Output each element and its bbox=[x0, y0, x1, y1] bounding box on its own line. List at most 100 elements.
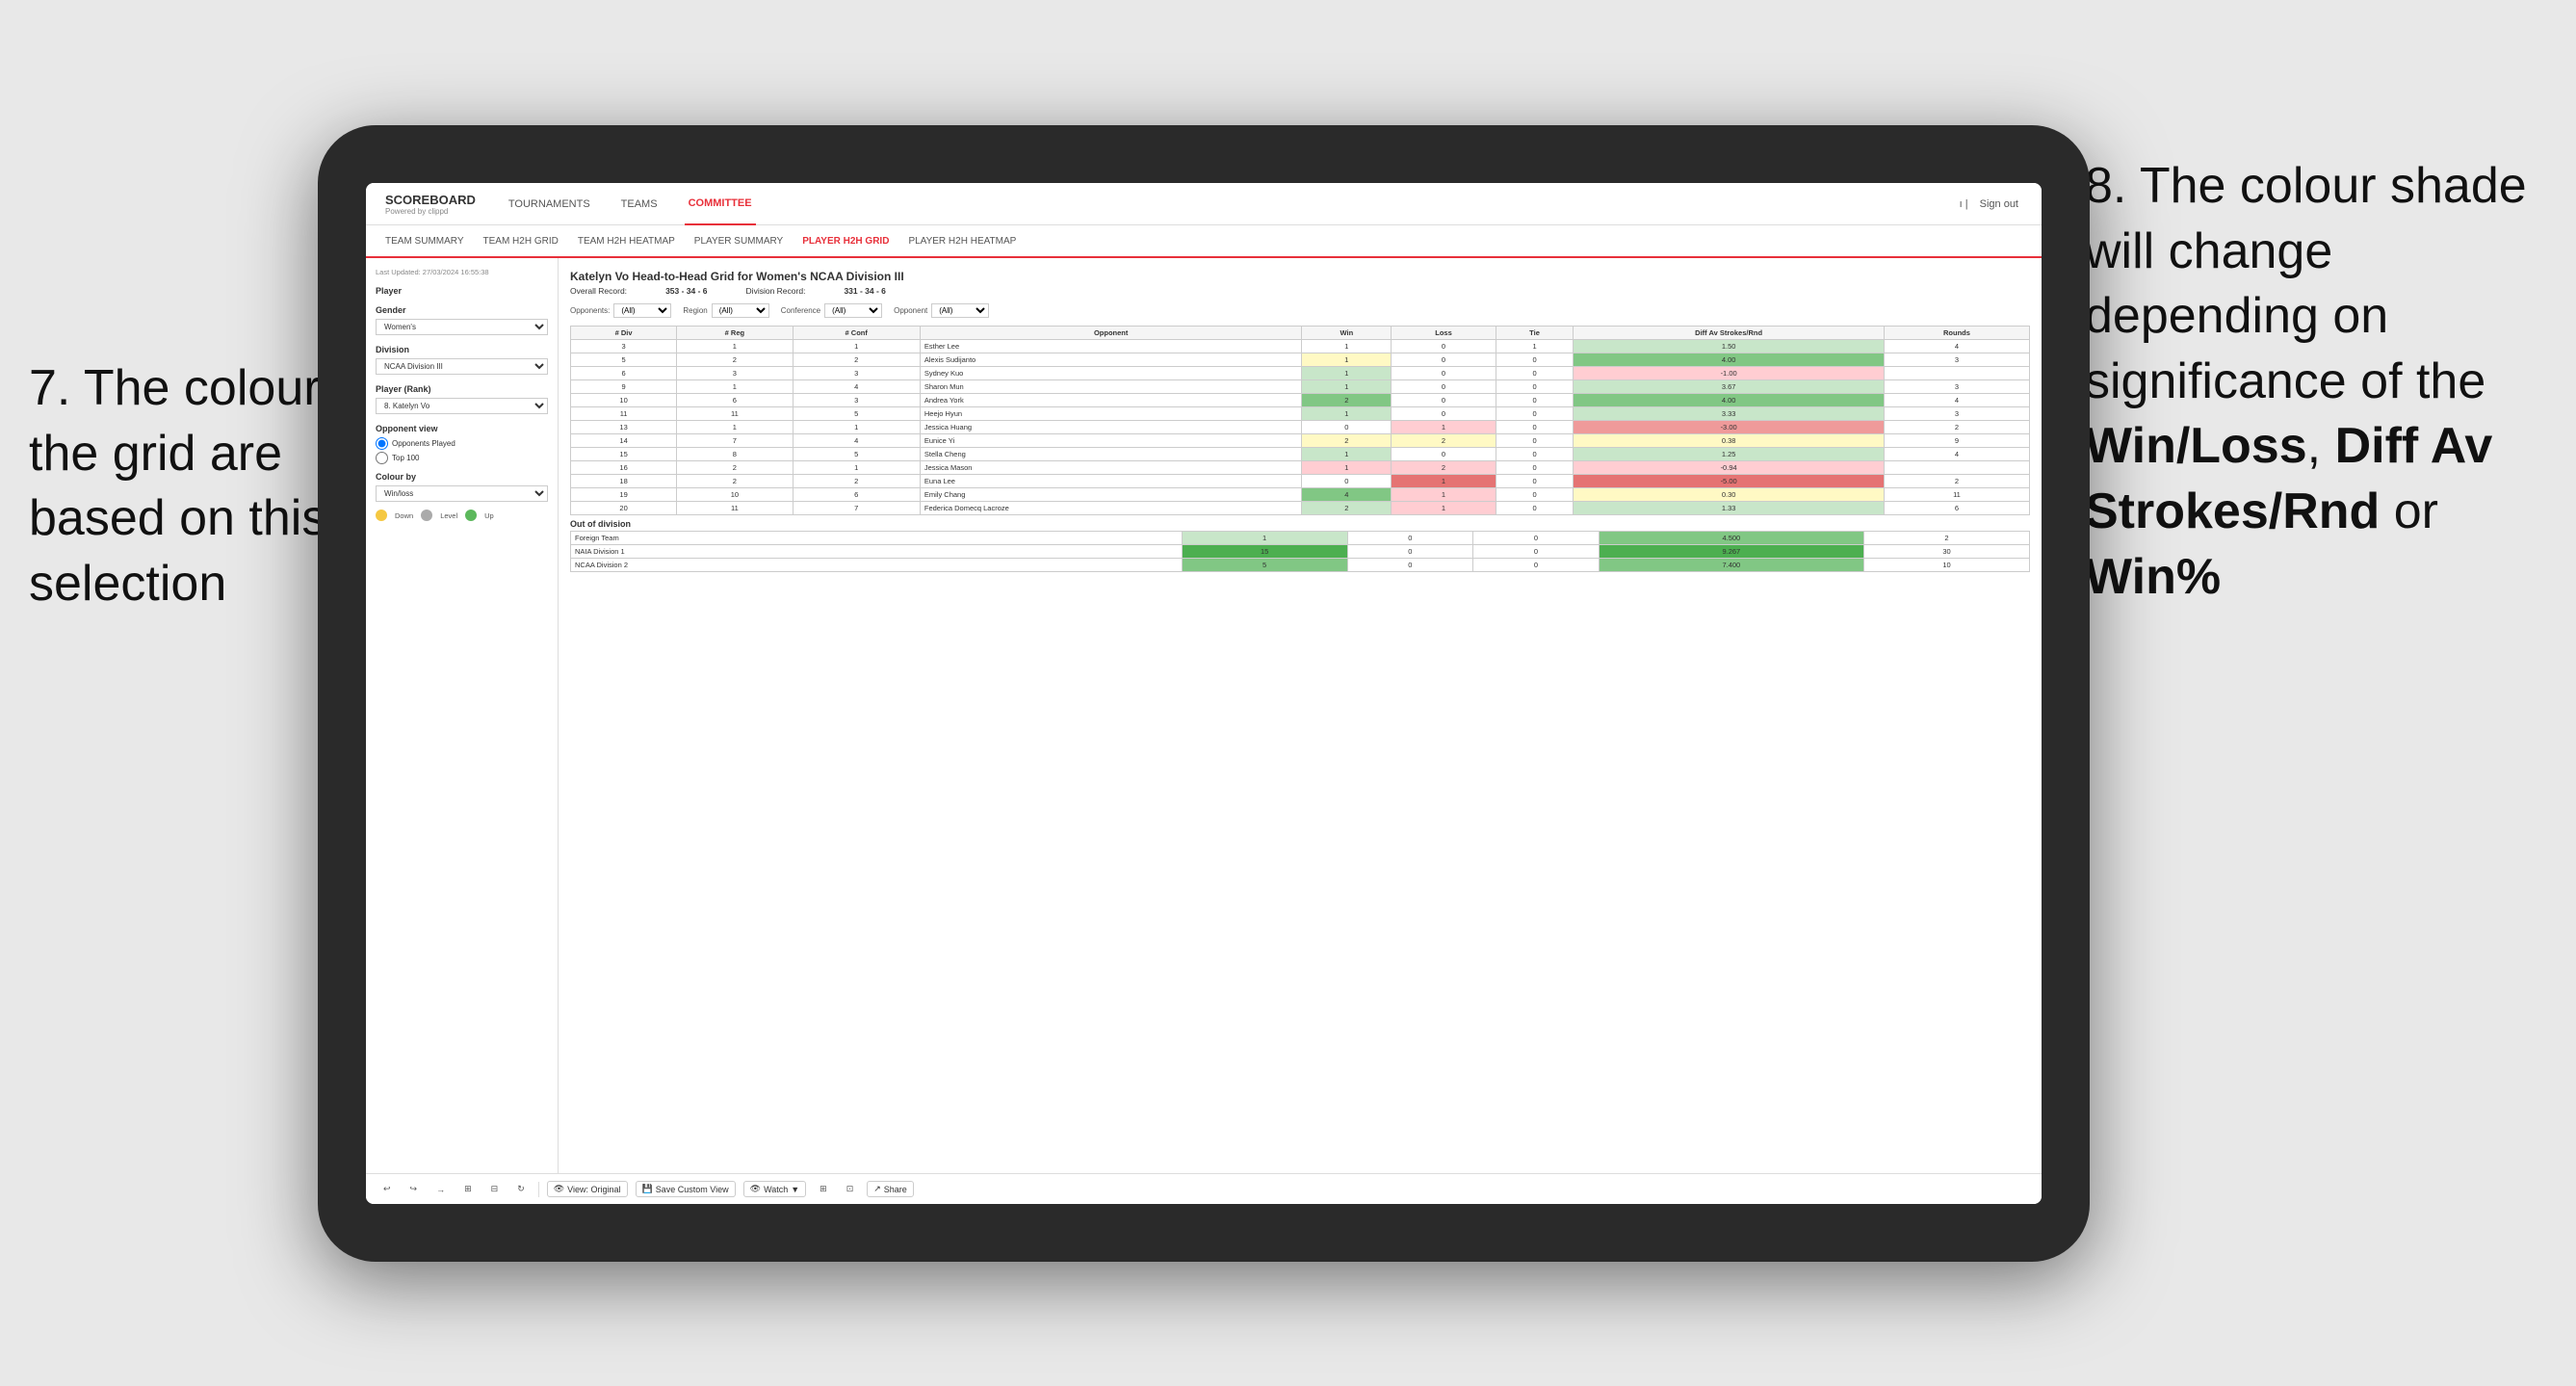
filter-conference-select[interactable]: (All) bbox=[824, 303, 882, 318]
table-row: 15 8 5 Stella Cheng 1 0 0 1.25 4 bbox=[571, 448, 2030, 461]
filter-region: Region (All) bbox=[683, 303, 768, 318]
filter-region-select[interactable]: (All) bbox=[712, 303, 769, 318]
table-row: 9 1 4 Sharon Mun 1 0 0 3.67 3 bbox=[571, 380, 2030, 394]
view-original-button[interactable]: 👁 View: Original bbox=[547, 1181, 628, 1197]
legend: Down Level Up bbox=[376, 510, 548, 521]
nav-right: ı | Sign out bbox=[1960, 183, 2022, 225]
col-conf: # Conf bbox=[793, 327, 920, 340]
filters-row: Opponents: (All) Region (All) Conference bbox=[570, 303, 2030, 318]
watch-button[interactable]: 👁 Watch ▼ bbox=[743, 1181, 807, 1197]
player-rank-select[interactable]: 8. Katelyn Vo bbox=[376, 398, 548, 414]
layout-button[interactable]: ⊞ bbox=[814, 1182, 833, 1196]
table-row: 19 10 6 Emily Chang 4 1 0 0.30 11 bbox=[571, 488, 2030, 502]
left-panel: Last Updated: 27/03/2024 16:55:38 Player… bbox=[366, 258, 559, 1173]
gender-section: Gender Women's bbox=[376, 305, 548, 335]
col-tie: Tie bbox=[1496, 327, 1574, 340]
main-content: Last Updated: 27/03/2024 16:55:38 Player… bbox=[366, 258, 2042, 1173]
watch-icon: 👁 bbox=[750, 1184, 761, 1194]
paste-button[interactable]: ⊟ bbox=[485, 1182, 505, 1196]
grid-title: Katelyn Vo Head-to-Head Grid for Women's… bbox=[570, 270, 2030, 283]
sub-nav: TEAM SUMMARY TEAM H2H GRID TEAM H2H HEAT… bbox=[366, 225, 2042, 258]
legend-up-label: Up bbox=[484, 511, 494, 520]
nav-committee[interactable]: COMMITTEE bbox=[685, 183, 756, 225]
division-section: Division NCAA Division III bbox=[376, 345, 548, 375]
redo-button[interactable]: ↪ bbox=[404, 1182, 424, 1196]
filter-opponent-select[interactable]: (All) bbox=[931, 303, 989, 318]
sub-nav-player-summary[interactable]: PLAYER SUMMARY bbox=[694, 224, 783, 257]
radio-top100[interactable]: Top 100 bbox=[376, 452, 548, 464]
opponent-view-section: Opponent view Opponents Played Top 100 bbox=[376, 424, 548, 464]
table-row: 13 1 1 Jessica Huang 0 1 0 -3.00 2 bbox=[571, 421, 2030, 434]
overall-record-label: Overall Record: bbox=[570, 286, 627, 296]
col-loss: Loss bbox=[1392, 327, 1496, 340]
opponent-view-label: Opponent view bbox=[376, 424, 548, 433]
nav-tournaments[interactable]: TOURNAMENTS bbox=[505, 183, 594, 225]
copy-button[interactable]: ⊞ bbox=[458, 1182, 478, 1196]
player-label: Player bbox=[376, 286, 548, 296]
tablet-frame: SCOREBOARD Powered by clippd TOURNAMENTS… bbox=[318, 125, 2090, 1262]
col-reg: # Reg bbox=[677, 327, 793, 340]
sub-nav-team-h2h-heatmap[interactable]: TEAM H2H HEATMAP bbox=[578, 224, 675, 257]
table-row: 18 2 2 Euna Lee 0 1 0 -5.00 2 bbox=[571, 475, 2030, 488]
legend-level-label: Level bbox=[440, 511, 457, 520]
annotation-right: 8. The colour shade will change dependin… bbox=[2085, 154, 2547, 610]
player-section: Player bbox=[376, 286, 548, 296]
refresh-button[interactable]: ↻ bbox=[511, 1182, 531, 1196]
division-record-label: Division Record: bbox=[746, 286, 806, 296]
share-button[interactable]: ↗ Share bbox=[867, 1181, 914, 1197]
colour-by-label: Colour by bbox=[376, 472, 548, 482]
table-row: 16 2 1 Jessica Mason 1 2 0 -0.94 bbox=[571, 461, 2030, 475]
bottom-toolbar: ↩ ↪ → ⊞ ⊟ ↻ 👁 View: Original 💾 Save Cust… bbox=[366, 1173, 2042, 1204]
undo-button[interactable]: ↩ bbox=[377, 1182, 397, 1196]
filter-opponents: Opponents: (All) bbox=[570, 303, 671, 318]
legend-down-label: Down bbox=[395, 511, 413, 520]
sub-nav-player-h2h-grid[interactable]: PLAYER H2H GRID bbox=[802, 225, 889, 258]
col-opponent: Opponent bbox=[920, 327, 1302, 340]
save-custom-button[interactable]: 💾 Save Custom View bbox=[636, 1181, 736, 1197]
gender-label: Gender bbox=[376, 305, 548, 315]
out-of-division-row: NAIA Division 1 15 0 0 9.267 30 bbox=[571, 545, 2030, 559]
player-rank-section: Player (Rank) 8. Katelyn Vo bbox=[376, 384, 548, 414]
expand-button[interactable]: ⊡ bbox=[841, 1182, 860, 1196]
sub-nav-player-h2h-heatmap[interactable]: PLAYER H2H HEATMAP bbox=[908, 224, 1016, 257]
col-rounds: Rounds bbox=[1884, 327, 2029, 340]
view-icon: 👁 bbox=[554, 1184, 564, 1194]
player-rank-label: Player (Rank) bbox=[376, 384, 548, 394]
save-icon: 💾 bbox=[642, 1184, 653, 1194]
out-of-division-table: Foreign Team 1 0 0 4.500 2 NAIA Division… bbox=[570, 531, 2030, 572]
nav-items: TOURNAMENTS TEAMS COMMITTEE bbox=[505, 183, 1960, 225]
sign-out-button[interactable]: Sign out bbox=[1976, 183, 2022, 225]
table-row: 10 6 3 Andrea York 2 0 0 4.00 4 bbox=[571, 394, 2030, 407]
logo: SCOREBOARD Powered by clippd bbox=[385, 193, 476, 216]
sub-nav-team-h2h-grid[interactable]: TEAM H2H GRID bbox=[483, 224, 559, 257]
table-row: 3 1 1 Esther Lee 1 0 1 1.50 4 bbox=[571, 340, 2030, 353]
toolbar-divider-1 bbox=[538, 1182, 539, 1197]
top-nav: SCOREBOARD Powered by clippd TOURNAMENTS… bbox=[366, 183, 2042, 225]
sub-nav-team-summary[interactable]: TEAM SUMMARY bbox=[385, 224, 464, 257]
filter-conference: Conference (All) bbox=[781, 303, 882, 318]
table-row: 6 3 3 Sydney Kuo 1 0 0 -1.00 bbox=[571, 367, 2030, 380]
col-diff: Diff Av Strokes/Rnd bbox=[1574, 327, 1885, 340]
colour-by-select[interactable]: Win/loss bbox=[376, 485, 548, 502]
legend-level-dot bbox=[421, 510, 432, 521]
table-row: 14 7 4 Eunice Yi 2 2 0 0.38 9 bbox=[571, 434, 2030, 448]
filter-opponents-select[interactable]: (All) bbox=[613, 303, 671, 318]
out-of-division-row: NCAA Division 2 5 0 0 7.400 10 bbox=[571, 559, 2030, 572]
grid-area: Katelyn Vo Head-to-Head Grid for Women's… bbox=[559, 258, 2042, 1173]
legend-up-dot bbox=[465, 510, 477, 521]
out-of-division-row: Foreign Team 1 0 0 4.500 2 bbox=[571, 532, 2030, 545]
share-icon: ↗ bbox=[873, 1184, 881, 1194]
table-header-row: # Div # Reg # Conf Opponent Win Loss Tie… bbox=[571, 327, 2030, 340]
division-label: Division bbox=[376, 345, 548, 354]
radio-opponents-played[interactable]: Opponents Played bbox=[376, 437, 548, 450]
table-row: 20 11 7 Federica Domecq Lacroze 2 1 0 1.… bbox=[571, 502, 2030, 515]
forward-button[interactable]: → bbox=[430, 1183, 451, 1196]
gender-select[interactable]: Women's bbox=[376, 319, 548, 335]
separator: ı | bbox=[1960, 198, 1968, 210]
tablet-screen: SCOREBOARD Powered by clippd TOURNAMENTS… bbox=[366, 183, 2042, 1204]
col-win: Win bbox=[1302, 327, 1392, 340]
nav-teams[interactable]: TEAMS bbox=[617, 183, 662, 225]
overall-record-value: 353 - 34 - 6 bbox=[665, 286, 707, 296]
division-select[interactable]: NCAA Division III bbox=[376, 358, 548, 375]
data-table: # Div # Reg # Conf Opponent Win Loss Tie… bbox=[570, 326, 2030, 515]
